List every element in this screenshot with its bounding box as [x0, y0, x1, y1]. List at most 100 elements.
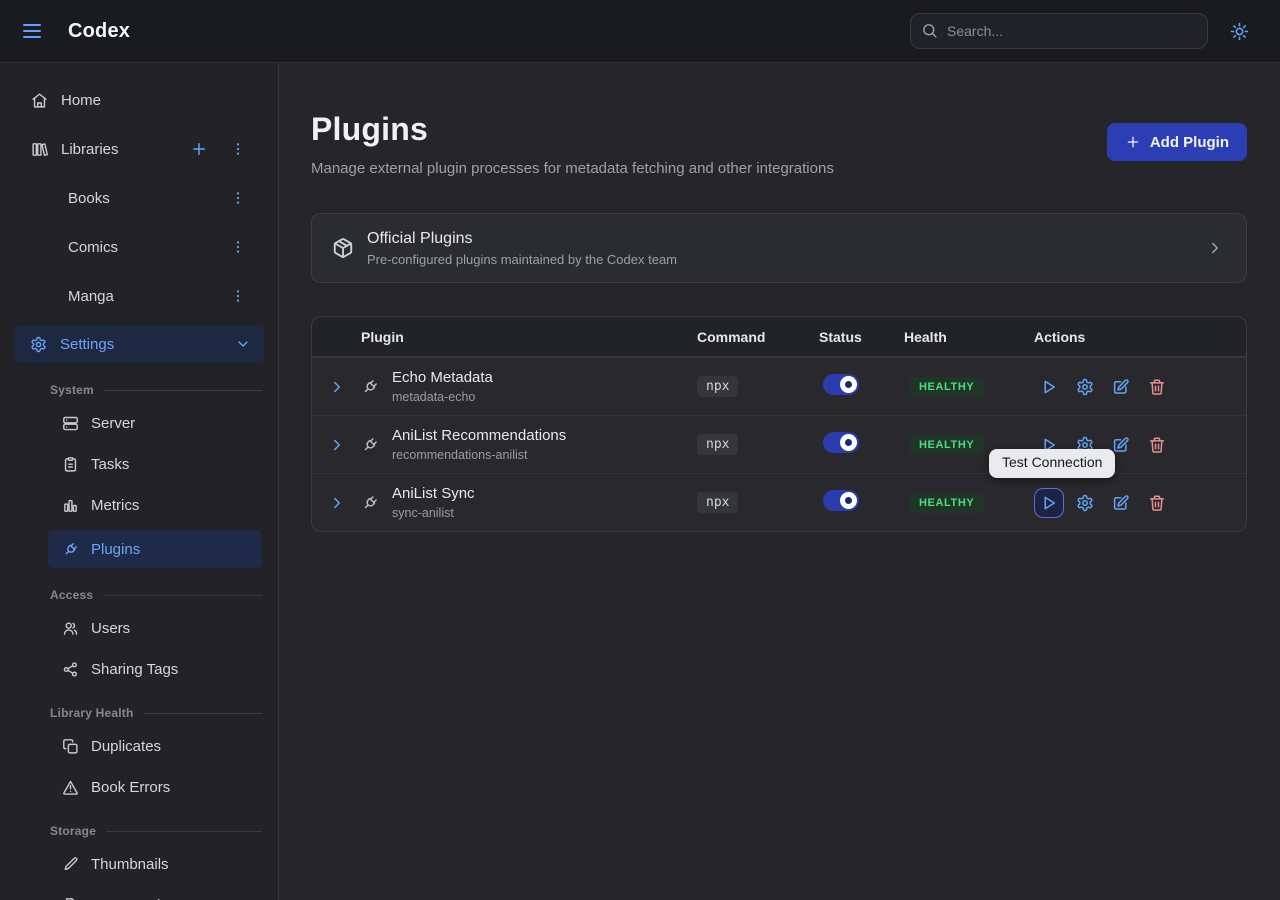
official-plugins-subtitle: Pre-configured plugins maintained by the…	[367, 252, 677, 267]
sidebar-item-duplicates[interactable]: Duplicates	[0, 730, 278, 763]
official-plugins-card[interactable]: Official Plugins Pre-configured plugins …	[311, 213, 1247, 283]
sidebar: Home Libraries Books Comics	[0, 63, 279, 900]
command-chip: npx	[697, 434, 738, 455]
sidebar-item-label: Sharing Tags	[91, 661, 178, 678]
plugin-slug: metadata-echo	[392, 390, 493, 404]
sidebar-item-metrics[interactable]: Metrics	[0, 489, 278, 522]
sidebar-item-label: Server	[91, 415, 135, 432]
bar-chart-icon	[62, 497, 79, 514]
section-header-storage: Storage	[50, 824, 262, 838]
edit-pencil-icon[interactable]	[1106, 372, 1136, 402]
home-icon	[31, 92, 48, 109]
plugin-slug: recommendations-anilist	[392, 448, 566, 462]
plugin-table: Plugin Command Status Health Actions Ech…	[311, 316, 1247, 532]
edit-pencil-icon[interactable]	[1106, 488, 1136, 518]
configure-gear-icon[interactable]	[1070, 488, 1100, 518]
column-header-command: Command	[697, 329, 819, 345]
column-header-plugin: Plugin	[361, 329, 697, 345]
section-header-library-health: Library Health	[50, 706, 262, 720]
chevron-down-icon	[235, 336, 251, 352]
sidebar-item-plugins[interactable]: Plugins	[48, 530, 262, 568]
status-toggle[interactable]	[823, 374, 859, 395]
copy-icon	[62, 738, 79, 755]
delete-trash-icon[interactable]	[1142, 488, 1172, 518]
status-toggle[interactable]	[823, 490, 859, 511]
sidebar-item-tasks[interactable]: Tasks	[0, 448, 278, 481]
app-title: Codex	[68, 20, 130, 43]
sidebar-item-book-errors[interactable]: Book Errors	[0, 771, 278, 804]
test-connection-play-icon[interactable]	[1034, 372, 1064, 402]
plugin-name: AniList Recommendations	[392, 427, 566, 444]
plug-icon	[361, 436, 379, 454]
expand-row-icon[interactable]	[328, 494, 346, 512]
top-bar: Codex	[0, 0, 1280, 63]
page-subtitle: Manage external plugin processes for met…	[311, 160, 834, 177]
gear-icon	[30, 336, 47, 353]
sidebar-item-label: Home	[61, 92, 101, 109]
table-row: AniList Sync sync-anilist npx HEALTHY	[312, 473, 1246, 531]
page-title: Plugins	[311, 111, 834, 148]
sidebar-item-label: Books	[68, 190, 110, 207]
delete-trash-icon[interactable]	[1142, 430, 1172, 460]
section-header-access: Access	[50, 588, 262, 602]
sidebar-item-label: Plugins	[91, 541, 140, 558]
add-library-icon[interactable]	[190, 140, 208, 158]
status-toggle[interactable]	[823, 432, 859, 453]
column-header-health: Health	[904, 329, 1034, 345]
menu-icon[interactable]	[20, 19, 44, 43]
search-box	[910, 13, 1208, 49]
sidebar-item-label: Metrics	[91, 497, 139, 514]
warning-triangle-icon	[62, 779, 79, 796]
plus-icon	[1125, 134, 1141, 150]
sidebar-item-label: Duplicates	[91, 738, 161, 755]
tooltip-test-connection: Test Connection	[989, 449, 1115, 478]
theme-toggle-sun-icon[interactable]	[1230, 17, 1258, 45]
sidebar-item-label: Book Errors	[91, 779, 170, 796]
health-badge: HEALTHY	[909, 493, 984, 513]
sidebar-item-label: Comics	[68, 239, 118, 256]
command-chip: npx	[697, 376, 738, 397]
main-content: Plugins Manage external plugin processes…	[279, 63, 1280, 900]
configure-gear-icon[interactable]	[1070, 372, 1100, 402]
manga-kebab-icon[interactable]	[230, 287, 248, 305]
sidebar-item-thumbnails[interactable]: Thumbnails	[0, 848, 278, 881]
add-plugin-button[interactable]: Add Plugin	[1107, 123, 1247, 161]
table-row: Echo Metadata metadata-echo npx HEALTHY	[312, 357, 1246, 415]
sidebar-item-label: Libraries	[61, 141, 119, 158]
sidebar-item-label: Thumbnails	[91, 856, 169, 873]
delete-trash-icon[interactable]	[1142, 372, 1172, 402]
table-header-row: Plugin Command Status Health Actions	[312, 317, 1246, 357]
test-connection-play-icon[interactable]	[1034, 488, 1064, 518]
sidebar-item-sharing-tags[interactable]: Sharing Tags	[0, 653, 278, 686]
expand-row-icon[interactable]	[328, 378, 346, 396]
column-header-status: Status	[819, 329, 904, 345]
expand-row-icon[interactable]	[328, 436, 346, 454]
sidebar-item-home[interactable]: Home	[0, 80, 278, 120]
users-icon	[62, 620, 79, 637]
libraries-kebab-icon[interactable]	[230, 140, 248, 158]
clipboard-icon	[62, 456, 79, 473]
plug-icon	[361, 494, 379, 512]
command-chip: npx	[697, 492, 738, 513]
sidebar-item-users[interactable]: Users	[0, 612, 278, 645]
plug-icon	[62, 541, 79, 558]
sidebar-item-books[interactable]: Books	[0, 178, 278, 218]
library-icon	[31, 141, 48, 158]
package-icon	[332, 237, 354, 259]
official-plugins-title: Official Plugins	[367, 230, 677, 248]
sidebar-item-label: Tasks	[91, 456, 129, 473]
search-icon	[921, 22, 938, 39]
sidebar-item-server[interactable]: Server	[0, 407, 278, 440]
health-badge: HEALTHY	[909, 377, 984, 397]
sidebar-item-page-cache[interactable]: PDF Page Cache	[0, 889, 278, 900]
sidebar-item-manga[interactable]: Manga	[0, 276, 278, 316]
column-header-actions: Actions	[1034, 329, 1246, 345]
sidebar-item-settings[interactable]: Settings	[14, 325, 264, 363]
sidebar-item-libraries[interactable]: Libraries	[0, 129, 278, 169]
search-input[interactable]	[910, 13, 1208, 49]
sidebar-item-label: Users	[91, 620, 130, 637]
comics-kebab-icon[interactable]	[230, 238, 248, 256]
books-kebab-icon[interactable]	[230, 189, 248, 207]
plug-icon	[361, 378, 379, 396]
sidebar-item-comics[interactable]: Comics	[0, 227, 278, 267]
